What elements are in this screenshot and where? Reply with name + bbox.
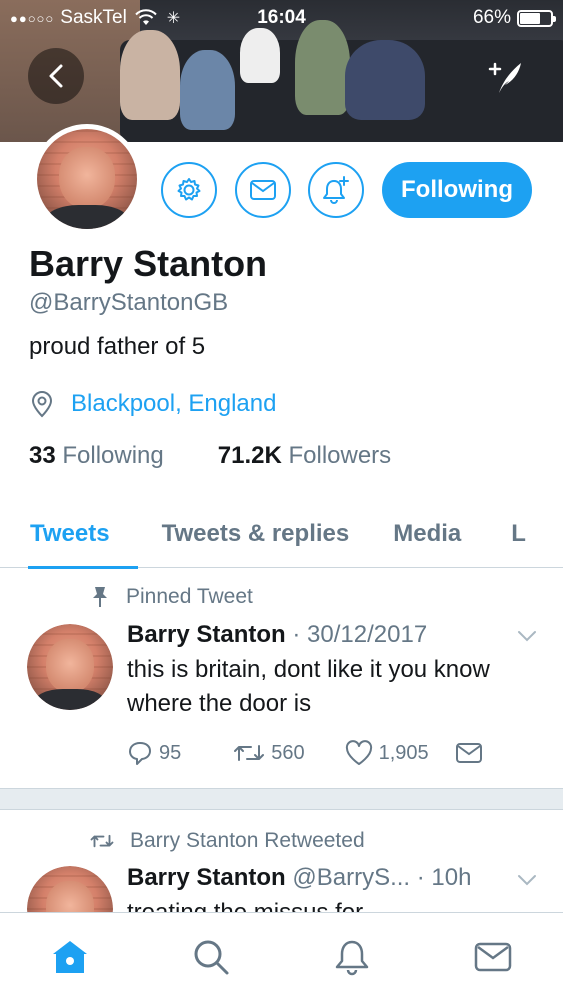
following-stat[interactable]: 33 Following <box>29 442 164 470</box>
profile-tabs: Tweets Tweets & replies Media L <box>0 500 563 569</box>
tweet-actions: 95 560 1,905 <box>127 740 483 766</box>
pinned-tweet-label: Pinned Tweet <box>90 585 253 609</box>
followers-count: 71.2K <box>217 442 282 469</box>
search-icon <box>194 940 229 974</box>
following-label: Following <box>62 442 164 469</box>
envelope-icon <box>455 743 482 763</box>
profile-location: Blackpool, England <box>29 390 276 418</box>
compose-tweet-button[interactable] <box>480 52 530 102</box>
notifications-button[interactable] <box>308 162 364 218</box>
home-icon <box>53 940 88 973</box>
tab-tweets[interactable]: Tweets <box>28 500 138 569</box>
tweet-avatar[interactable] <box>27 624 113 710</box>
nav-notifications[interactable] <box>322 927 382 987</box>
activity-spinner-icon: ✳ <box>166 10 181 27</box>
status-bar: ●●○○○ SaskTel ✳ 16:04 66% <box>0 0 563 36</box>
followers-label: Followers <box>288 442 392 469</box>
bell-plus-icon <box>323 176 349 204</box>
chevron-down-icon[interactable] <box>516 869 538 891</box>
retweeted-label: Barry Stanton Retweeted <box>90 829 365 853</box>
location-link[interactable]: Blackpool, England <box>71 390 276 418</box>
gear-icon <box>177 178 201 201</box>
profile-bio: proud father of 5 <box>29 333 206 360</box>
compose-tweet-icon <box>488 62 521 93</box>
nav-home[interactable] <box>40 927 100 987</box>
envelope-icon <box>474 942 511 971</box>
tweet-time: · 10h <box>416 864 472 891</box>
following-count: 33 <box>29 442 56 469</box>
reply-count: 95 <box>159 741 182 764</box>
nav-messages[interactable] <box>463 927 523 987</box>
signal-strength: ●●○○○ <box>10 10 55 26</box>
tweet-author[interactable]: Barry Stanton <box>127 621 286 648</box>
tweet-divider <box>0 788 563 810</box>
location-pin-icon <box>31 391 53 418</box>
tab-tweets-and-replies[interactable]: Tweets & replies <box>162 500 350 568</box>
tweet-handle: @BarryS... <box>292 864 411 891</box>
tweet-author[interactable]: Barry Stanton <box>127 864 286 891</box>
nav-search[interactable] <box>181 927 241 987</box>
battery-icon <box>517 9 556 27</box>
carrier-name: SaskTel <box>60 7 127 28</box>
direct-message-action[interactable] <box>455 742 483 764</box>
profile-stats: 33 Following 71.2K Followers <box>29 442 391 470</box>
tab-likes[interactable]: L <box>511 500 526 568</box>
following-button[interactable]: Following <box>382 162 532 218</box>
like-action[interactable]: 1,905 <box>345 740 429 766</box>
chevron-left-icon <box>49 64 63 88</box>
tab-media[interactable]: Media <box>393 500 461 568</box>
like-count: 1,905 <box>378 741 429 764</box>
profile-handle: @BarryStantonGB <box>29 289 229 316</box>
tweet-text: this is britain, dont like it you know w… <box>127 656 490 717</box>
reply-action[interactable]: 95 <box>127 740 181 766</box>
retweet-action[interactable]: 560 <box>233 741 305 765</box>
tweet-date: 30/12/2017 <box>307 621 428 648</box>
wifi-icon <box>135 9 157 25</box>
back-button[interactable] <box>28 48 84 104</box>
retweet-count: 560 <box>271 741 305 764</box>
bottom-navigation <box>0 912 563 1000</box>
tweet-header: Barry Stanton @BarryS... · 10h <box>127 864 471 892</box>
battery-percent: 66% <box>472 7 511 28</box>
retweet-icon <box>90 834 114 848</box>
pin-icon <box>93 587 107 607</box>
tweet-separator: · <box>292 621 301 648</box>
chevron-down-icon[interactable] <box>516 625 538 647</box>
profile-avatar[interactable] <box>32 124 142 234</box>
reply-icon <box>129 742 151 765</box>
settings-button[interactable] <box>161 162 217 218</box>
retweet-icon <box>234 745 265 761</box>
envelope-icon <box>250 180 276 200</box>
heart-icon <box>345 740 372 765</box>
message-button[interactable] <box>235 162 291 218</box>
followers-stat[interactable]: 71.2K Followers <box>218 442 391 470</box>
tweet-header: Barry Stanton · 30/12/2017 <box>127 621 427 649</box>
bell-icon <box>335 940 369 975</box>
profile-name: Barry Stanton <box>29 243 268 284</box>
